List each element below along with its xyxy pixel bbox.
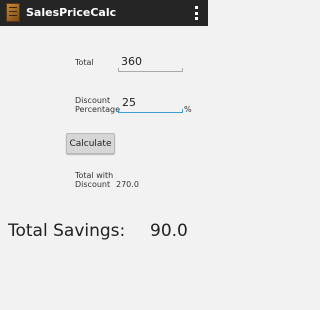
app-title: SalesPriceCalc [26,6,117,19]
total-savings-value: 90.0 [150,221,188,241]
total-label: Total [75,58,94,67]
overflow-menu-icon[interactable] [194,6,198,20]
calculate-button[interactable]: Calculate [66,133,115,154]
total-input-underline [118,68,183,72]
percent-suffix: % [184,105,192,114]
discount-label-line2: Percentage [75,105,121,114]
calculator-icon [6,3,20,22]
total-with-discount-value: 270.0 [116,180,139,189]
total-input[interactable]: 360 [121,55,142,68]
discount-input-underline [118,109,183,113]
total-savings-label: Total Savings: [8,221,126,241]
total-with-discount-label-line2: Discount [75,180,111,189]
action-bar: SalesPriceCalc [0,0,208,26]
discount-input[interactable]: 25 [122,96,136,109]
